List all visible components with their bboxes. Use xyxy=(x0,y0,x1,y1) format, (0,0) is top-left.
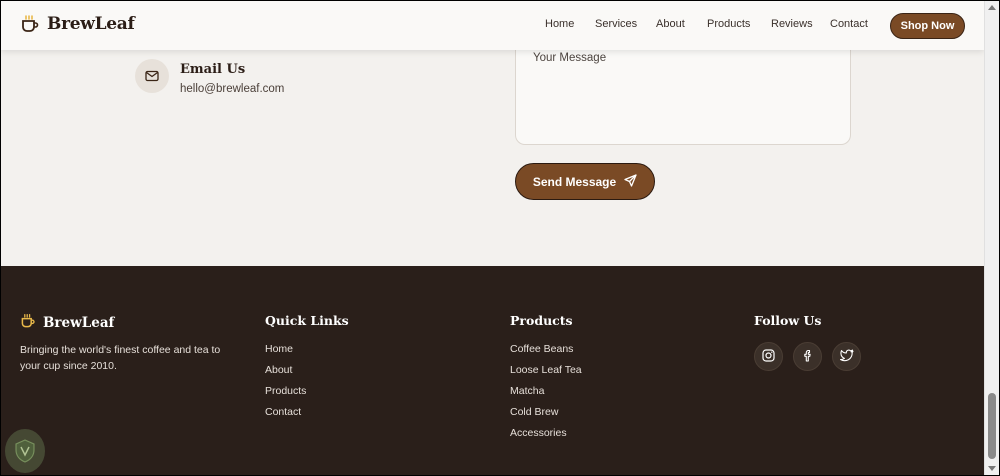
quick-links-list: Home About Products Contact xyxy=(265,343,306,427)
page-frame: BrewLeaf Home Services About Products Re… xyxy=(1,1,984,475)
footer-product-matcha[interactable]: Matcha xyxy=(510,385,582,406)
twitter-icon xyxy=(839,347,854,366)
send-message-label: Send Message xyxy=(532,174,617,189)
footer-product-loose-leaf-tea[interactable]: Loose Leaf Tea xyxy=(510,364,582,385)
products-heading: Products xyxy=(510,313,573,328)
footer-brand-name: BrewLeaf xyxy=(43,315,115,331)
footer-product-accessories[interactable]: Accessories xyxy=(510,427,582,448)
shield-leaf-badge-icon xyxy=(5,429,45,473)
footer-product-coffee-beans[interactable]: Coffee Beans xyxy=(510,343,582,364)
coffee-cup-icon xyxy=(20,14,40,34)
products-list: Coffee Beans Loose Leaf Tea Matcha Cold … xyxy=(510,343,582,448)
footer-coffee-cup-icon xyxy=(20,313,36,333)
mail-icon xyxy=(145,67,159,86)
nav-contact[interactable]: Contact xyxy=(830,18,868,30)
scrollbar-thumb[interactable] xyxy=(988,393,996,459)
instagram-icon xyxy=(762,347,775,366)
footer-link-contact[interactable]: Contact xyxy=(265,406,306,427)
send-message-button[interactable]: Send Message xyxy=(515,163,655,200)
nav-services[interactable]: Services xyxy=(595,18,637,30)
send-icon xyxy=(616,173,637,190)
brand-name: BrewLeaf xyxy=(47,14,135,34)
scroll-down-arrow-icon[interactable] xyxy=(988,466,996,471)
brand-logo[interactable]: BrewLeaf xyxy=(20,14,135,34)
shop-now-button[interactable]: Shop Now xyxy=(890,13,965,39)
quick-links-heading: Quick Links xyxy=(265,313,349,328)
footer-link-about[interactable]: About xyxy=(265,364,306,385)
nav-reviews[interactable]: Reviews xyxy=(771,18,813,30)
nav-about[interactable]: About xyxy=(656,18,685,30)
site-header: BrewLeaf Home Services About Products Re… xyxy=(1,1,984,50)
email-title: Email Us xyxy=(180,62,246,77)
facebook-button[interactable] xyxy=(793,342,822,371)
nav-home[interactable]: Home xyxy=(545,18,574,30)
nav-products[interactable]: Products xyxy=(707,18,750,30)
scroll-up-arrow-icon[interactable] xyxy=(988,5,996,10)
footer-product-cold-brew[interactable]: Cold Brew xyxy=(510,406,582,427)
message-placeholder: Your Message xyxy=(533,52,607,64)
site-footer: BrewLeaf Bringing the world's finest cof… xyxy=(1,266,984,475)
social-links xyxy=(754,342,861,371)
footer-link-home[interactable]: Home xyxy=(265,343,306,364)
footer-description: Bringing the world's finest coffee and t… xyxy=(20,344,221,372)
footer-link-products[interactable]: Products xyxy=(265,385,306,406)
email-address[interactable]: hello@brewleaf.com xyxy=(180,83,284,95)
facebook-icon xyxy=(801,347,814,366)
email-icon-circle xyxy=(135,59,169,93)
vertical-scrollbar[interactable] xyxy=(984,1,999,475)
instagram-button[interactable] xyxy=(754,342,783,371)
footer-brand-logo[interactable]: BrewLeaf xyxy=(20,313,114,333)
follow-us-heading: Follow Us xyxy=(754,313,822,328)
twitter-button[interactable] xyxy=(832,342,861,371)
